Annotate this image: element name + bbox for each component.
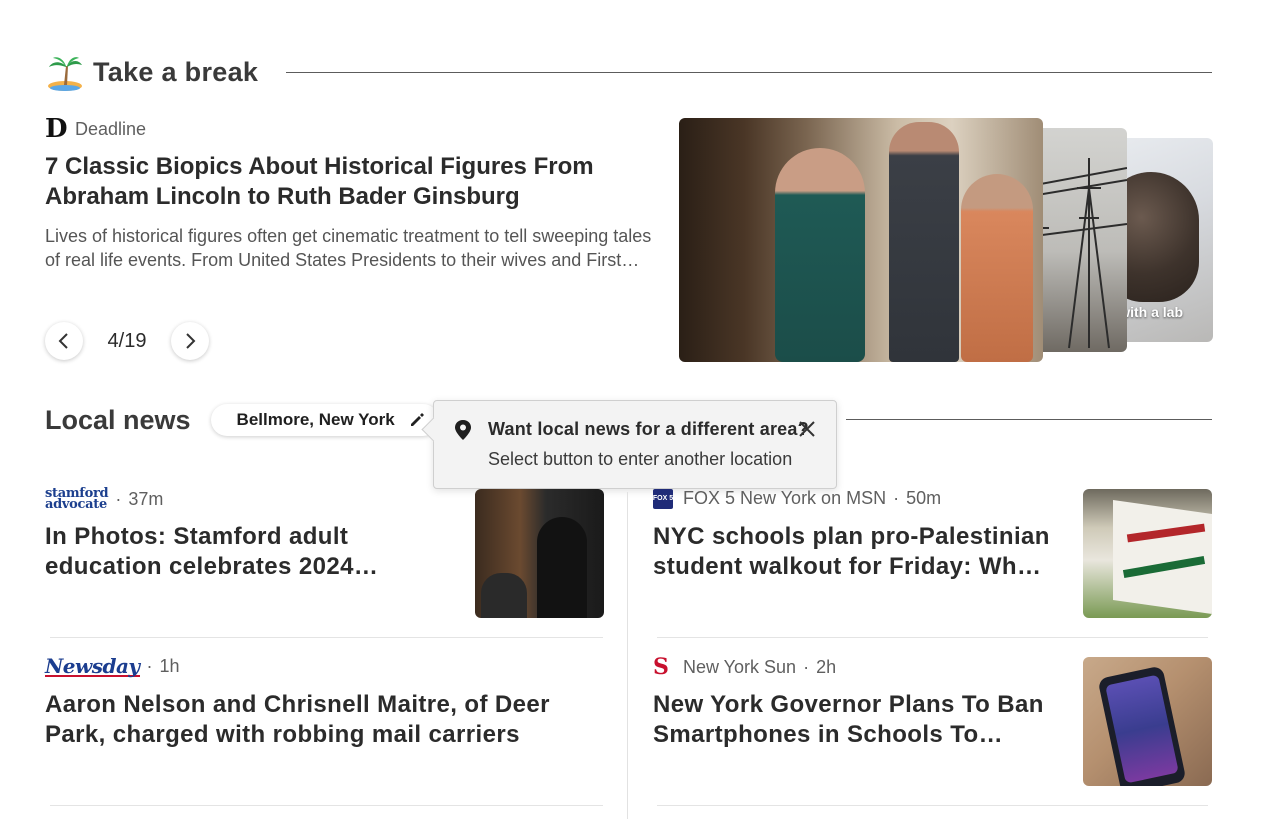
column-divider	[627, 492, 628, 819]
location-tooltip: Want local news for a different area? Se…	[433, 400, 837, 489]
news-card[interactable]: Newsday · 1h Aaron Nelson and Chrisnell …	[45, 656, 605, 786]
next-button[interactable]	[171, 322, 209, 360]
separator: ·	[893, 488, 900, 508]
news-card[interactable]: S New York Sun · 2h New York Governor Pl…	[653, 656, 1213, 786]
person-figure	[537, 517, 587, 618]
person-figure	[481, 573, 527, 618]
featured-article-description: Lives of historical figures often get ci…	[45, 226, 652, 270]
news-card[interactable]: FOX 5 FOX 5 New York on MSN · 50m NYC sc…	[653, 488, 1213, 618]
chevron-left-icon	[58, 333, 68, 349]
news-card[interactable]: stamford advocate · 37m In Photos: Stamf…	[45, 487, 605, 618]
stamford-advocate-logo: stamford advocate	[45, 487, 109, 512]
newsday-logo: Newsday	[45, 653, 140, 678]
fox5-logo: FOX 5	[653, 488, 673, 509]
local-news-header: Local news Bellmore, New York	[45, 404, 439, 436]
row-divider	[50, 637, 603, 638]
section-title: Local news	[45, 404, 191, 435]
news-source: Newsday · 1h	[45, 656, 605, 677]
news-title[interactable]: In Photos: Stamford adult education cele…	[45, 522, 445, 582]
person-figure	[889, 122, 959, 362]
row-divider	[657, 637, 1208, 638]
news-thumbnail[interactable]	[1083, 489, 1212, 618]
previous-button[interactable]	[45, 322, 83, 360]
news-age: 2h	[816, 656, 837, 677]
news-title[interactable]: NYC schools plan pro-Palestinian student…	[653, 522, 1053, 582]
protest-image	[1083, 489, 1212, 618]
source-name: FOX 5 New York on MSN	[683, 488, 887, 508]
source-name: New York Sun	[683, 656, 797, 677]
news-thumbnail[interactable]	[475, 489, 604, 618]
featured-article-title[interactable]: 7 Classic Biopics About Historical Figur…	[45, 152, 665, 212]
source-name: Deadline	[75, 118, 147, 139]
separator: ·	[146, 656, 153, 676]
smartphone-image	[1083, 657, 1212, 786]
carousel-pager: 4/19	[45, 322, 209, 360]
section-title: Take a break	[93, 56, 259, 87]
news-title[interactable]: New York Governor Plans To Ban Smartphon…	[653, 690, 1053, 750]
close-icon	[799, 421, 815, 437]
news-title[interactable]: Aaron Nelson and Chrisnell Maitre, of De…	[45, 690, 585, 750]
new-york-sun-logo: S	[653, 654, 669, 680]
tooltip-title: Want local news for a different area?	[488, 419, 809, 439]
person-figure	[775, 148, 865, 362]
row-divider	[50, 805, 603, 806]
separator: ·	[803, 656, 810, 677]
header-divider	[846, 419, 1212, 420]
carousel-card-front[interactable]	[679, 118, 1043, 362]
palm-tree-icon	[48, 57, 82, 91]
deadline-logo: D	[45, 114, 68, 144]
logo-line: advocate	[45, 497, 107, 512]
chevron-right-icon	[186, 333, 196, 349]
separator: ·	[115, 488, 122, 509]
row-divider	[657, 805, 1208, 806]
news-thumbnail[interactable]	[1083, 657, 1212, 786]
location-pin-icon	[455, 420, 471, 440]
news-age: 1h	[159, 656, 180, 676]
take-a-break-header: Take a break	[45, 52, 1212, 92]
close-button[interactable]	[796, 418, 818, 440]
header-divider	[286, 71, 1212, 73]
location-label: Bellmore, New York	[236, 410, 395, 429]
location-button[interactable]: Bellmore, New York	[210, 404, 439, 436]
tooltip-body: Select button to enter another location	[488, 449, 793, 469]
card-caption: with a lab	[1119, 304, 1183, 320]
article-source[interactable]: D Deadline	[45, 116, 146, 142]
news-age: 37m	[128, 488, 164, 509]
pencil-icon	[410, 413, 424, 426]
news-age: 50m	[906, 488, 942, 508]
person-figure	[961, 174, 1033, 362]
carousel-card-stack: with a lab	[679, 118, 1213, 362]
graduation-image	[475, 489, 604, 618]
page-counter: 4/19	[107, 329, 147, 352]
